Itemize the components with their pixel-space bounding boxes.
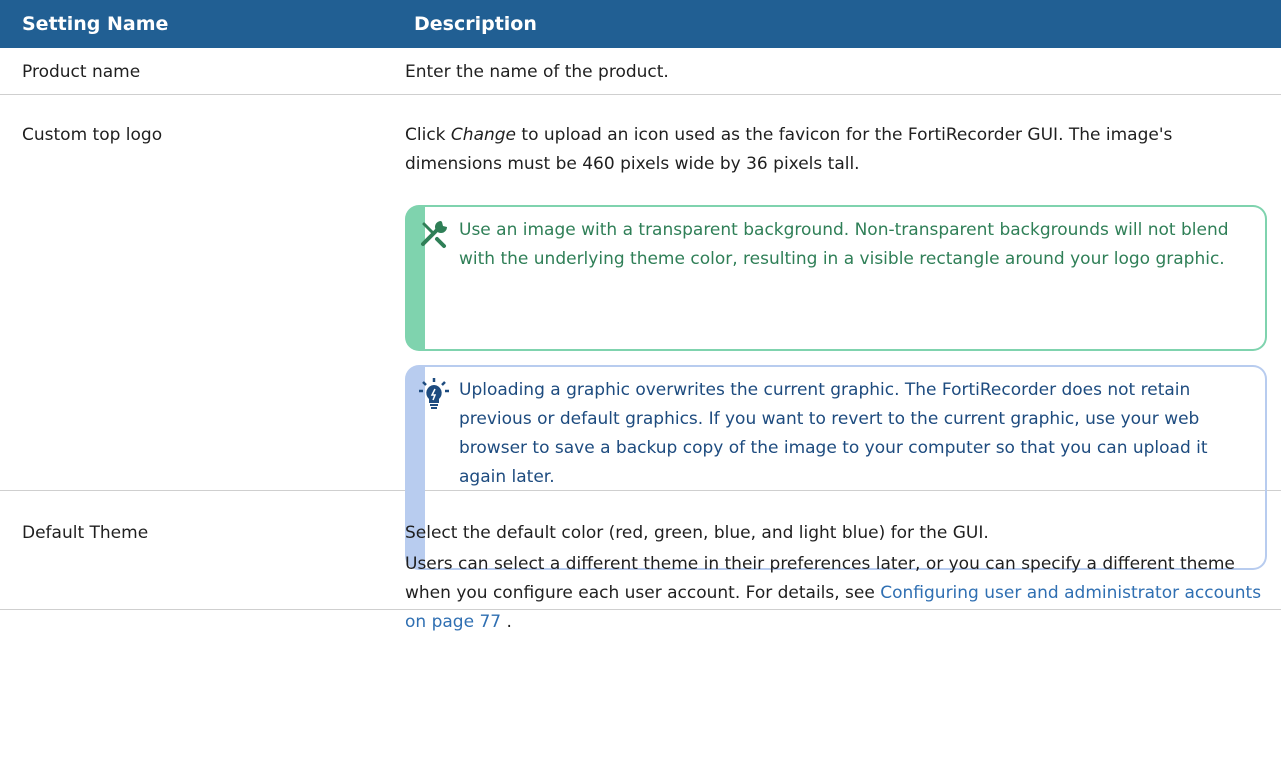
table-row-default-theme: Default Theme Select the default color (…	[0, 491, 1281, 632]
change-emphasis: Change	[450, 125, 517, 145]
table-row-custom-top-logo: Custom top logo Click Change to upload a…	[0, 95, 1281, 570]
settings-table: Setting Name Description Product name En…	[0, 0, 1281, 632]
table-row-product-name: Product name Enter the name of the produ…	[0, 48, 1281, 95]
description-prefix: Click	[405, 125, 451, 145]
note-text: Uploading a graphic overwrites the curre…	[459, 380, 1208, 487]
setting-description: Select the default color (red, green, bl…	[405, 519, 1267, 639]
setting-name: Custom top logo	[22, 125, 163, 145]
tip-callout: Use an image with a transparent backgrou…	[405, 205, 1267, 351]
wrench-screwdriver-icon	[417, 217, 451, 251]
theme-description-suffix: .	[501, 612, 512, 632]
setting-description: Enter the name of the product.	[405, 62, 669, 82]
setting-description: Click Change to upload an icon used as t…	[405, 121, 1273, 179]
table-header: Setting Name Description	[0, 0, 1281, 48]
header-description: Description	[414, 13, 537, 35]
setting-name: Default Theme	[22, 523, 149, 543]
theme-description-line2: Users can select a different theme in th…	[405, 550, 1267, 637]
lightbulb-icon	[417, 377, 451, 411]
theme-description-line1: Select the default color (red, green, bl…	[405, 523, 989, 543]
setting-name: Product name	[22, 62, 141, 82]
header-setting-name: Setting Name	[22, 13, 169, 35]
tip-text: Use an image with a transparent backgrou…	[459, 220, 1229, 269]
description-suffix: to upload an icon used as the favicon fo…	[405, 125, 1173, 174]
